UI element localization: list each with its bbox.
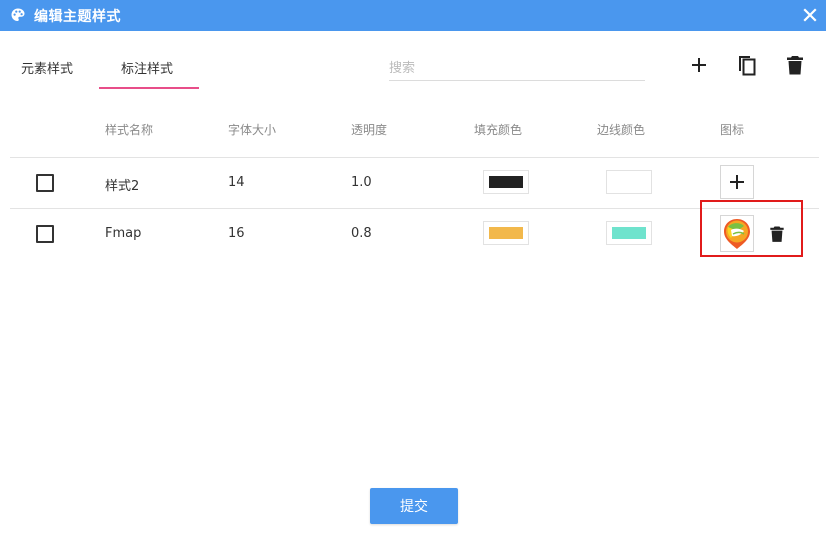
- tab-element-style[interactable]: 元素样式: [21, 58, 73, 77]
- fill-color-chip: [489, 227, 523, 239]
- header-divider: [10, 157, 819, 158]
- row-divider: [10, 208, 819, 209]
- stroke-color-chip: [612, 176, 646, 188]
- tab-annotation-style[interactable]: 标注样式: [121, 58, 173, 77]
- add-icon-button[interactable]: [720, 165, 754, 199]
- column-header-name: 样式名称: [105, 123, 154, 137]
- add-style-button[interactable]: [687, 53, 711, 77]
- dialog-title: 编辑主题样式: [34, 9, 121, 25]
- submit-button[interactable]: 提交: [370, 488, 458, 524]
- search-input[interactable]: [389, 56, 645, 81]
- dialog-titlebar: 编辑主题样式: [0, 0, 826, 31]
- highlight-box: [700, 200, 803, 257]
- stroke-color-swatch[interactable]: [606, 221, 652, 245]
- row-opacity: 0.8: [351, 226, 372, 241]
- row-style-name: Fmap: [105, 226, 142, 241]
- close-icon[interactable]: [802, 7, 818, 23]
- fill-color-swatch[interactable]: [483, 221, 529, 245]
- row-font-size: 16: [228, 226, 245, 241]
- column-header-stroke-color: 边线颜色: [597, 123, 646, 137]
- row-style-name: 样式2: [105, 179, 140, 194]
- trash-icon: [787, 56, 803, 75]
- row-checkbox[interactable]: [36, 225, 54, 243]
- row-opacity: 1.0: [351, 175, 372, 190]
- column-header-icon: 图标: [720, 123, 745, 137]
- row-font-size: 14: [228, 175, 245, 190]
- plus-icon: [730, 175, 744, 189]
- fill-color-chip: [489, 176, 523, 188]
- column-header-fill-color: 填充颜色: [474, 123, 523, 137]
- stroke-color-chip: [612, 227, 646, 239]
- fill-color-swatch[interactable]: [483, 170, 529, 194]
- stroke-color-swatch[interactable]: [606, 170, 652, 194]
- row-checkbox[interactable]: [36, 174, 54, 192]
- delete-style-button[interactable]: [783, 53, 807, 77]
- palette-icon: [11, 8, 25, 21]
- copy-icon: [739, 56, 756, 76]
- copy-style-button[interactable]: [735, 53, 759, 77]
- column-header-font-size: 字体大小: [228, 123, 277, 137]
- column-header-opacity: 透明度: [351, 123, 388, 137]
- active-tab-indicator: [99, 87, 199, 89]
- plus-icon: [692, 58, 706, 72]
